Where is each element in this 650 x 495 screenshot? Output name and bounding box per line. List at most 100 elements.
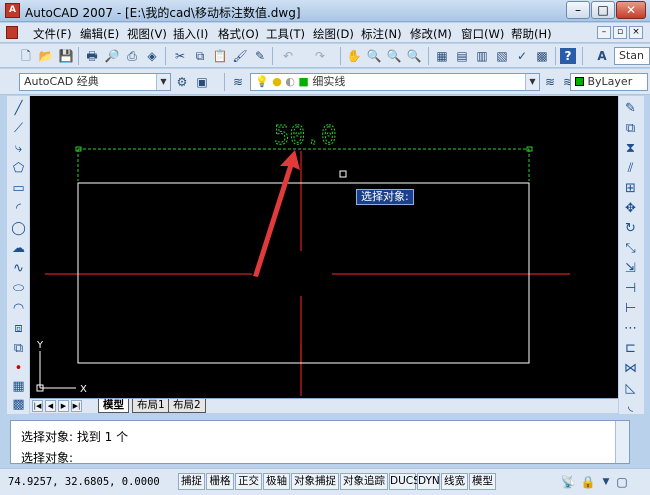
polygon-icon[interactable]: ⬠ (10, 160, 27, 177)
text-style-icon[interactable]: A (594, 48, 610, 64)
copy-icon[interactable]: ⧉ (192, 48, 208, 64)
menu-modify[interactable]: 修改(M) (410, 26, 452, 42)
lock-icon[interactable]: 🔒 (580, 474, 596, 490)
plot-preview-icon[interactable]: 🔎 (104, 48, 120, 64)
stretch-icon[interactable]: ⇲ (622, 260, 639, 277)
design-center-icon[interactable]: ▤ (454, 48, 470, 64)
menu-file[interactable]: 文件(F) (33, 26, 72, 42)
workspace-select[interactable]: AutoCAD 经典 ▼ (19, 73, 171, 91)
doc-restore-button[interactable]: ▫ (613, 26, 627, 39)
close-button[interactable]: ✕ (616, 1, 646, 19)
zoom-previous-icon[interactable]: 🔍 (406, 48, 422, 64)
otrack-toggle[interactable]: 对象追踪 (340, 473, 388, 490)
first-tab-icon[interactable]: |◀ (32, 400, 43, 412)
join-icon[interactable]: ⋈ (622, 360, 639, 377)
tab-model[interactable]: 模型 (98, 399, 129, 413)
break-at-point-icon[interactable]: ⋯ (622, 320, 639, 337)
chevron-down-icon[interactable]: ▼ (156, 74, 170, 90)
rectangle-icon[interactable]: ▭ (10, 180, 27, 197)
tab-layout1[interactable]: 布局1 (132, 399, 170, 413)
doc-close-button[interactable]: × (629, 26, 643, 39)
help-icon[interactable]: ? (560, 48, 576, 64)
menu-edit[interactable]: 编辑(E) (80, 26, 119, 42)
polar-toggle[interactable]: 极轴 (263, 473, 290, 490)
document-icon[interactable] (6, 26, 18, 39)
make-object-layer-current-icon[interactable]: ≋ (542, 74, 558, 90)
hatch-icon[interactable]: ▦ (10, 378, 27, 395)
minimize-button[interactable]: – (566, 1, 590, 19)
workspace-settings-icon[interactable]: ⚙ (174, 74, 190, 90)
snap-toggle[interactable]: 捕捉 (178, 473, 205, 490)
command-scrollbar[interactable] (615, 421, 629, 463)
command-window[interactable]: 选择对象: 找到 1 个 选择对象: (10, 420, 630, 466)
menu-dimension[interactable]: 标注(N) (361, 26, 402, 42)
trim-icon[interactable]: ⊣ (622, 280, 639, 297)
ortho-toggle[interactable]: 正交 (235, 473, 262, 490)
tab-layout2[interactable]: 布局2 (168, 399, 206, 413)
extend-icon[interactable]: ⊢ (622, 300, 639, 317)
communication-center-icon[interactable]: 📡 (560, 474, 576, 490)
redo-icon[interactable]: ↷ (312, 48, 328, 64)
layer-select[interactable]: 💡 ● ◐ ■ 细实线 ▼ (250, 73, 540, 91)
fillet-icon[interactable]: ◟ (622, 398, 639, 415)
revision-cloud-icon[interactable]: ☁ (10, 240, 27, 257)
zoom-realtime-icon[interactable]: 🔍 (366, 48, 382, 64)
sun-icon[interactable]: ● (272, 75, 282, 88)
dyn-toggle[interactable]: DYN (417, 473, 440, 490)
previous-tab-icon[interactable]: ◀ (45, 400, 56, 412)
gradient-icon[interactable]: ▩ (10, 396, 27, 413)
new-file-icon[interactable]: 🗋 (18, 48, 34, 64)
open-file-icon[interactable]: 📂 (38, 48, 54, 64)
ellipse-icon[interactable]: ⬭ (10, 280, 27, 297)
clean-screen-icon[interactable]: ▢ (614, 474, 630, 490)
paste-icon[interactable]: 📋 (212, 48, 228, 64)
color-select[interactable]: ByLayer (570, 73, 648, 91)
move-icon[interactable]: ✥ (622, 200, 639, 217)
chamfer-icon[interactable]: ◺ (622, 380, 639, 397)
ducs-toggle[interactable]: DUCS (389, 473, 420, 490)
chevron-down-icon[interactable]: ▼ (525, 74, 539, 90)
circle-icon[interactable]: ◯ (10, 220, 27, 237)
erase-icon[interactable]: ✎ (622, 100, 639, 117)
cut-icon[interactable]: ✂ (172, 48, 188, 64)
model-toggle[interactable]: 模型 (469, 473, 496, 490)
scale-icon[interactable]: ⤡ (622, 240, 639, 257)
construction-line-icon[interactable]: ⟋ (10, 120, 27, 137)
lightbulb-icon[interactable]: 💡 (255, 75, 269, 88)
save-icon[interactable]: 💾 (58, 48, 74, 64)
maximize-button[interactable]: □ (591, 1, 615, 19)
line-icon[interactable]: ╱ (10, 100, 27, 117)
menu-help[interactable]: 帮助(H) (511, 26, 552, 42)
menu-insert[interactable]: 插入(I) (173, 26, 208, 42)
command-prompt-line[interactable]: 选择对象: (21, 449, 73, 466)
pan-icon[interactable]: ✋ (346, 48, 362, 64)
properties-icon[interactable]: ▦ (434, 48, 450, 64)
undo-icon[interactable]: ↶ (280, 48, 296, 64)
lineweight-toggle[interactable]: 线宽 (441, 473, 468, 490)
make-block-icon[interactable]: ⧉ (10, 340, 27, 357)
next-tab-icon[interactable]: ▶ (58, 400, 69, 412)
grid-toggle[interactable]: 栅格 (206, 473, 234, 490)
point-icon[interactable]: • (10, 360, 27, 377)
menu-view[interactable]: 视图(V) (127, 26, 167, 42)
menu-window[interactable]: 窗口(W) (461, 26, 504, 42)
insert-block-icon[interactable]: ⧈ (10, 320, 27, 337)
text-style-select[interactable]: Stan (614, 47, 650, 65)
last-tab-icon[interactable]: ▶| (71, 400, 82, 412)
3d-dwf-icon[interactable]: ◈ (144, 48, 160, 64)
dimension-text[interactable]: 50.0 (274, 121, 338, 152)
menu-format[interactable]: 格式(O) (218, 26, 259, 42)
lock-icon[interactable]: ◐ (285, 75, 295, 88)
match-properties-icon[interactable]: 🖌 (232, 48, 248, 64)
publish-icon[interactable]: ⎙ (124, 48, 140, 64)
array-icon[interactable]: ⊞ (622, 180, 639, 197)
polyline-icon[interactable]: ⤷ (10, 140, 27, 157)
menu-draw[interactable]: 绘图(D) (313, 26, 354, 42)
rotate-icon[interactable]: ↻ (622, 220, 639, 237)
status-menu-chevron-icon[interactable]: ▼ (598, 474, 614, 490)
plot-icon[interactable]: 🖶 (84, 48, 100, 64)
menu-tools[interactable]: 工具(T) (266, 26, 305, 42)
break-icon[interactable]: ⊏ (622, 340, 639, 357)
markup-icon[interactable]: ✓ (514, 48, 530, 64)
mirror-icon[interactable]: ⧗ (622, 140, 639, 157)
